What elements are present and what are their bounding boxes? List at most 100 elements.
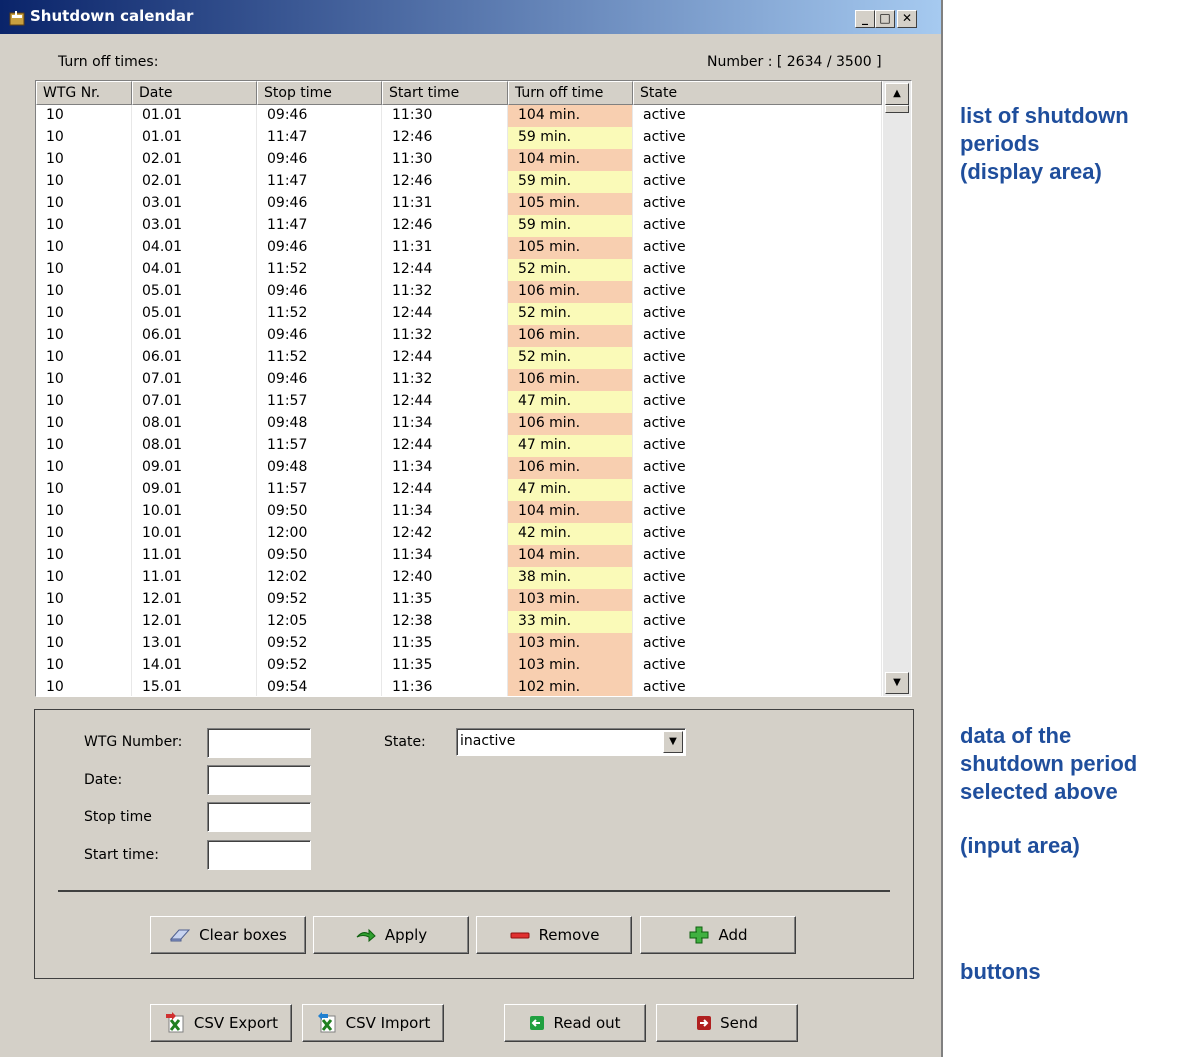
table-row[interactable]: 10 12.01 09:52 11:35 103 min. active [36, 589, 882, 611]
date-input[interactable] [207, 765, 311, 795]
cell-wtg: 10 [36, 457, 132, 479]
cell-date: 10.01 [132, 501, 257, 523]
cell-date: 02.01 [132, 149, 257, 171]
apply-button[interactable]: Apply [313, 916, 469, 954]
table-row[interactable]: 10 06.01 11:52 12:44 52 min. active [36, 347, 882, 369]
table-row[interactable]: 10 04.01 11:52 12:44 52 min. active [36, 259, 882, 281]
eraser-icon [170, 929, 191, 942]
table-row[interactable]: 10 05.01 11:52 12:44 52 min. active [36, 303, 882, 325]
add-button[interactable]: Add [640, 916, 796, 954]
column-header-stop-time[interactable]: Stop time [257, 81, 382, 105]
wtg-number-input[interactable] [207, 728, 311, 758]
csv-export-button[interactable]: CSV Export [150, 1004, 292, 1042]
table-row[interactable]: 10 01.01 09:46 11:30 104 min. active [36, 105, 882, 127]
table-row[interactable]: 10 03.01 09:46 11:31 105 min. active [36, 193, 882, 215]
stop-time-input[interactable] [207, 802, 311, 832]
cell-state: active [633, 457, 882, 479]
cell-start-time: 11:34 [382, 501, 508, 523]
table-row[interactable]: 10 10.01 09:50 11:34 104 min. active [36, 501, 882, 523]
cell-turn-off-time: 104 min. [508, 545, 633, 567]
cell-state: active [633, 501, 882, 523]
table-row[interactable]: 10 10.01 12:00 12:42 42 min. active [36, 523, 882, 545]
state-select[interactable]: inactive ▼ [456, 728, 686, 756]
remove-button[interactable]: Remove [476, 916, 632, 954]
shutdown-list[interactable]: WTG Nr. Date Stop time Start time Turn o… [35, 80, 912, 697]
remove-label: Remove [538, 926, 600, 944]
cell-start-time: 12:44 [382, 347, 508, 369]
table-row[interactable]: 10 03.01 11:47 12:46 59 min. active [36, 215, 882, 237]
column-header-date[interactable]: Date [132, 81, 257, 105]
cell-turn-off-time: 47 min. [508, 391, 633, 413]
table-row[interactable]: 10 04.01 09:46 11:31 105 min. active [36, 237, 882, 259]
cell-stop-time: 12:05 [257, 611, 382, 633]
chevron-down-icon[interactable]: ▼ [663, 731, 683, 753]
table-row[interactable]: 10 06.01 09:46 11:32 106 min. active [36, 325, 882, 347]
scroll-thumb[interactable] [885, 105, 909, 113]
annotation-line: periods [960, 131, 1040, 156]
close-button[interactable]: ✕ [897, 10, 917, 28]
column-header-wtg[interactable]: WTG Nr. [36, 81, 132, 105]
cell-state: active [633, 655, 882, 677]
table-row[interactable]: 10 14.01 09:52 11:35 103 min. active [36, 655, 882, 677]
table-row[interactable]: 10 07.01 09:46 11:32 106 min. active [36, 369, 882, 391]
table-row[interactable]: 10 08.01 11:57 12:44 47 min. active [36, 435, 882, 457]
cell-date: 01.01 [132, 127, 257, 149]
table-row[interactable]: 10 07.01 11:57 12:44 47 min. active [36, 391, 882, 413]
table-row[interactable]: 10 11.01 09:50 11:34 104 min. active [36, 545, 882, 567]
cell-wtg: 10 [36, 369, 132, 391]
cell-state: active [633, 435, 882, 457]
cell-turn-off-time: 52 min. [508, 303, 633, 325]
cell-start-time: 11:30 [382, 149, 508, 171]
table-row[interactable]: 10 02.01 09:46 11:30 104 min. active [36, 149, 882, 171]
table-row[interactable]: 10 02.01 11:47 12:46 59 min. active [36, 171, 882, 193]
start-time-input[interactable] [207, 840, 311, 870]
state-label: State: [384, 734, 426, 750]
cell-wtg: 10 [36, 545, 132, 567]
cell-state: active [633, 347, 882, 369]
cell-date: 09.01 [132, 457, 257, 479]
column-header-state[interactable]: State [633, 81, 882, 105]
cell-stop-time: 11:47 [257, 127, 382, 149]
table-row[interactable]: 10 09.01 11:57 12:44 47 min. active [36, 479, 882, 501]
read-out-button[interactable]: Read out [504, 1004, 646, 1042]
column-header-turn-off-time[interactable]: Turn off time [508, 81, 633, 105]
table-row[interactable]: 10 05.01 09:46 11:32 106 min. active [36, 281, 882, 303]
table-row[interactable]: 10 01.01 11:47 12:46 59 min. active [36, 127, 882, 149]
cell-turn-off-time: 105 min. [508, 237, 633, 259]
column-header-start-time[interactable]: Start time [382, 81, 508, 105]
table-row[interactable]: 10 08.01 09:48 11:34 106 min. active [36, 413, 882, 435]
cell-start-time: 11:30 [382, 105, 508, 127]
table-row[interactable]: 10 09.01 09:48 11:34 106 min. active [36, 457, 882, 479]
cell-turn-off-time: 106 min. [508, 413, 633, 435]
csv-import-button[interactable]: CSV Import [302, 1004, 444, 1042]
title-bar[interactable]: Shutdown calendar _ □ ✕ [0, 0, 941, 34]
cell-wtg: 10 [36, 193, 132, 215]
minimize-button[interactable]: _ [855, 10, 875, 28]
clear-boxes-button[interactable]: Clear boxes [150, 916, 306, 954]
send-button[interactable]: Send [656, 1004, 798, 1042]
cell-start-time: 12:46 [382, 127, 508, 149]
cell-turn-off-time: 59 min. [508, 215, 633, 237]
scroll-down-button[interactable]: ▼ [885, 672, 909, 694]
table-row[interactable]: 10 13.01 09:52 11:35 103 min. active [36, 633, 882, 655]
cell-stop-time: 11:52 [257, 259, 382, 281]
scroll-up-button[interactable]: ▲ [885, 83, 909, 105]
table-row[interactable]: 10 12.01 12:05 12:38 33 min. active [36, 611, 882, 633]
table-row[interactable]: 10 15.01 09:54 11:36 102 min. active [36, 677, 882, 696]
annotation-line: selected above [960, 779, 1118, 804]
cell-wtg: 10 [36, 105, 132, 127]
cell-wtg: 10 [36, 589, 132, 611]
date-label: Date: [84, 772, 123, 788]
cell-wtg: 10 [36, 127, 132, 149]
cell-stop-time: 09:50 [257, 545, 382, 567]
cell-stop-time: 09:50 [257, 501, 382, 523]
cell-stop-time: 09:46 [257, 105, 382, 127]
cell-stop-time: 09:52 [257, 655, 382, 677]
cell-start-time: 11:32 [382, 369, 508, 391]
table-row[interactable]: 10 11.01 12:02 12:40 38 min. active [36, 567, 882, 589]
cell-stop-time: 11:52 [257, 347, 382, 369]
cell-start-time: 12:44 [382, 259, 508, 281]
maximize-button[interactable]: □ [875, 10, 895, 28]
cell-turn-off-time: 104 min. [508, 149, 633, 171]
vertical-scrollbar[interactable]: ▲ ▼ [883, 81, 911, 696]
